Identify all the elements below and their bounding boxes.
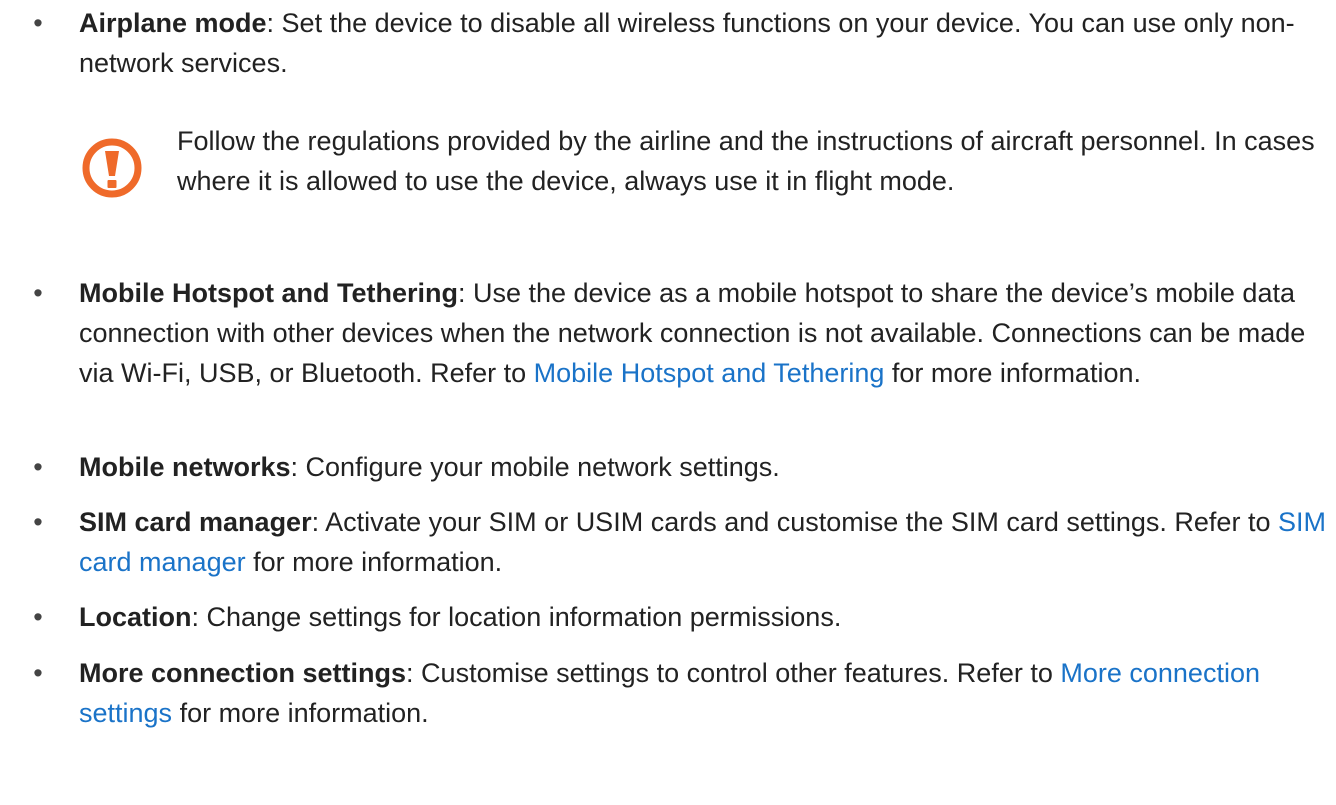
description: : Customise settings to control other fe… xyxy=(406,658,1061,688)
term-mobile-networks: Mobile networks xyxy=(79,452,291,482)
bullet: • xyxy=(33,8,43,38)
bullet: • xyxy=(33,602,43,632)
description: : Change settings for location informati… xyxy=(191,602,842,632)
bullet: • xyxy=(33,452,43,482)
link-mobile-hotspot[interactable]: Mobile Hotspot and Tethering xyxy=(534,358,885,388)
caution-icon xyxy=(82,138,142,198)
description: : Configure your mobile network settings… xyxy=(290,452,780,482)
list-item-body: SIM card manager: Activate your SIM or U… xyxy=(79,502,1331,582)
list-item-body: Airplane mode: Set the device to disable… xyxy=(79,3,1331,83)
description-after: for more information. xyxy=(172,698,429,728)
list-item-body: Mobile Hotspot and Tethering: Use the de… xyxy=(79,273,1331,393)
term-sim-card-manager: SIM card manager xyxy=(79,507,312,537)
list-item-body: Mobile networks: Configure your mobile n… xyxy=(79,447,1331,487)
bullet: • xyxy=(33,658,43,688)
caution-note: Follow the regulations provided by the a… xyxy=(79,121,1334,241)
caution-text: Follow the regulations provided by the a… xyxy=(177,126,1315,196)
description: : Activate your SIM or USIM cards and cu… xyxy=(311,507,1278,537)
term-airplane-mode: Airplane mode xyxy=(79,8,267,38)
document-page: • Airplane mode: Set the device to disab… xyxy=(0,0,1336,805)
term-mobile-hotspot: Mobile Hotspot and Tethering xyxy=(79,278,458,308)
list-item-body: More connection settings: Customise sett… xyxy=(79,653,1331,733)
list-item-body: Location: Change settings for location i… xyxy=(79,597,1331,637)
term-more-connection-settings: More connection settings xyxy=(79,658,407,688)
bullet: • xyxy=(33,278,43,308)
description-after: for more information. xyxy=(245,547,503,577)
description-after: for more information. xyxy=(884,358,1141,388)
term-location: Location xyxy=(79,602,192,632)
bullet: • xyxy=(33,507,43,537)
